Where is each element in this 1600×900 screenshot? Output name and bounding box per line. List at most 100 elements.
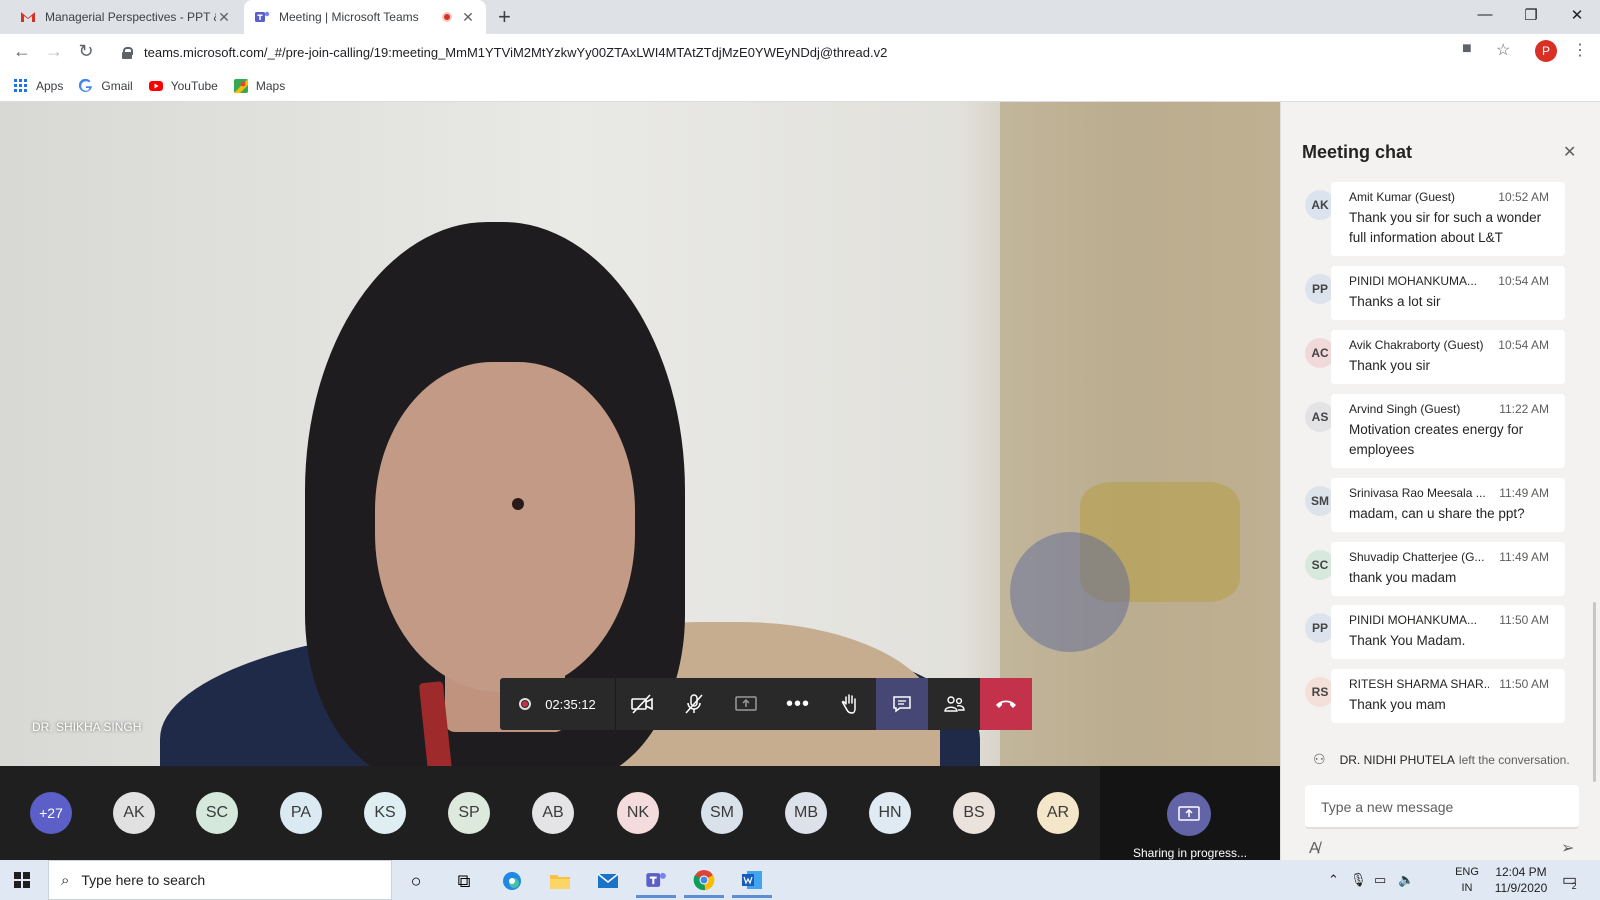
taskbar-search-box[interactable]: ⌕ Type here to search <box>48 860 392 900</box>
system-clock[interactable]: 12:04 PM 11/9/2020 <box>1486 864 1556 896</box>
new-tab-icon[interactable]: + <box>498 6 511 28</box>
message-bubble: PINIDI MOHANKUMA... 10:54 AM Thanks a lot… <box>1331 266 1565 320</box>
message-author: PINIDI MOHANKUMA... <box>1349 613 1478 627</box>
camera-indicator-icon[interactable]: ■ <box>1462 40 1472 58</box>
chat-scrollbar[interactable] <box>1593 602 1596 782</box>
close-window-icon[interactable]: ✕ <box>1554 6 1600 24</box>
task-view-icon[interactable]: ⧉ <box>444 864 484 898</box>
format-icon[interactable]: A̸ <box>1309 840 1320 858</box>
show-participants-button[interactable] <box>928 678 980 730</box>
participant-avatar[interactable]: SC <box>196 792 238 834</box>
search-placeholder: Type here to search <box>81 872 206 888</box>
tab-title: Meeting | Microsoft Teams <box>279 10 419 24</box>
bookmark-label: Apps <box>36 78 64 93</box>
message-author: Avik Chakraborty (Guest) <box>1349 338 1484 352</box>
message-author: Amit Kumar (Guest) <box>1349 190 1456 204</box>
forward-icon[interactable]: → <box>42 41 66 62</box>
send-icon[interactable]: ➢ <box>1561 838 1574 858</box>
bookmarks-bar: Apps Gmail YouTube Maps <box>0 70 1600 102</box>
bookmark-label: Maps <box>255 78 286 93</box>
mic-toggle-button[interactable] <box>668 678 720 730</box>
participant-avatar[interactable]: AK <box>113 792 155 834</box>
participant-avatar[interactable]: NK <box>617 792 659 834</box>
volume-icon[interactable]: 🔈 <box>1398 872 1414 888</box>
bookmark-gmail[interactable]: Gmail <box>79 78 133 93</box>
message-bubble: Avik Chakraborty (Guest) 10:54 AM Thank y… <box>1331 330 1565 384</box>
word-icon[interactable] <box>732 864 772 898</box>
google-icon <box>79 78 93 92</box>
back-icon[interactable]: ← <box>10 41 34 62</box>
mail-icon[interactable] <box>588 864 628 898</box>
hang-up-button[interactable] <box>980 678 1032 730</box>
raise-hand-button[interactable] <box>824 678 876 730</box>
menu-dots-icon[interactable]: ⋮ <box>1572 40 1588 60</box>
profile-avatar[interactable]: P <box>1535 40 1557 62</box>
message-text: Thank you sir <box>1349 358 1431 373</box>
close-chat-icon[interactable]: ✕ <box>1563 142 1576 162</box>
message-bubble: Shuvadip Chatterjee (G... 11:49 AM thank … <box>1331 542 1565 596</box>
message-author: Arvind Singh (Guest) <box>1349 402 1461 416</box>
message-compose-box[interactable]: Type a new message <box>1305 785 1579 829</box>
tab-gmail[interactable]: Managerial Perspectives - PPT & ✕ <box>10 0 242 34</box>
message-text: Thanks a lot sir <box>1349 294 1441 309</box>
action-center-icon[interactable]: ▭ 2 <box>1562 870 1587 891</box>
participant-avatar[interactable]: SP <box>448 792 490 834</box>
search-icon: ⌕ <box>61 871 70 889</box>
participant-avatar[interactable]: BS <box>953 792 995 834</box>
close-tab-icon[interactable]: ✕ <box>460 9 476 26</box>
tray-overflow-icon[interactable]: ⌃ <box>1328 872 1339 888</box>
show-conversation-button[interactable] <box>876 678 928 730</box>
windows-start-icon[interactable] <box>14 872 30 888</box>
input-language[interactable]: ENG IN <box>1452 864 1482 896</box>
close-tab-icon[interactable]: ✕ <box>216 9 232 26</box>
minimize-icon[interactable]: — <box>1462 6 1508 23</box>
participant-avatar[interactable]: MB <box>785 792 827 834</box>
message-author: RITESH SHARMA SHAR... <box>1349 677 1489 691</box>
person-left-icon: ⚇ <box>1313 751 1326 767</box>
message-bubble: Amit Kumar (Guest) 10:52 AM Thank you sir… <box>1331 182 1565 256</box>
participants-overflow-badge[interactable]: +27 <box>30 792 72 834</box>
camera-toggle-button[interactable] <box>616 678 668 730</box>
message-text: Thank you mam <box>1349 697 1446 712</box>
mic-off-icon <box>685 694 703 714</box>
chrome-icon[interactable] <box>684 864 724 898</box>
bookmark-youtube[interactable]: YouTube <box>148 79 218 93</box>
participant-avatar[interactable]: SM <box>701 792 743 834</box>
network-icon[interactable]: ▭ <box>1374 872 1386 888</box>
bookmark-maps[interactable]: Maps <box>233 78 286 93</box>
background-blur <box>1000 102 1280 766</box>
file-explorer-icon[interactable] <box>540 864 580 898</box>
participant-avatar[interactable]: AB <box>532 792 574 834</box>
participant-avatar[interactable]: KS <box>364 792 406 834</box>
browser-tab-strip: Managerial Perspectives - PPT & ✕ Meetin… <box>0 0 1600 34</box>
message-author: Shuvadip Chatterjee (G... <box>1349 550 1485 564</box>
cortana-icon[interactable]: ○ <box>396 864 436 898</box>
call-control-bar: 02:35:12 ••• <box>500 678 1032 730</box>
meeting-chat-panel: Meeting chat ✕ AK Amit Kumar (Guest) 10:5… <box>1280 102 1600 860</box>
message-time: 10:54 AM <box>1498 338 1549 352</box>
message-text: madam, can u share the ppt? <box>1349 506 1525 521</box>
microphone-tray-icon[interactable]: 🎙 <box>1350 872 1367 888</box>
share-screen-button[interactable] <box>720 678 772 730</box>
tab-teams[interactable]: Meeting | Microsoft Teams ✕ <box>244 0 486 34</box>
call-timer: 02:35:12 <box>500 678 616 730</box>
edge-icon[interactable] <box>492 864 532 898</box>
reload-icon[interactable]: ↻ <box>74 41 98 62</box>
bookmark-star-icon[interactable]: ☆ <box>1496 40 1510 60</box>
recording-icon <box>442 12 452 22</box>
message-bubble: Arvind Singh (Guest) 11:22 AM Motivation … <box>1331 394 1565 468</box>
restore-icon[interactable]: ❐ <box>1508 6 1554 24</box>
teams-app-icon[interactable] <box>636 864 676 898</box>
share-screen-icon <box>1167 792 1211 836</box>
participant-avatar[interactable]: PA <box>280 792 322 834</box>
message-text: thank you madam <box>1349 570 1457 585</box>
address-bar[interactable]: teams.microsoft.com/_#/pre-join-calling/… <box>112 38 1484 66</box>
more-dots-icon: ••• <box>785 692 810 715</box>
bookmark-apps[interactable]: Apps <box>14 78 64 93</box>
participant-avatar[interactable]: HN <box>869 792 911 834</box>
screen-share-tile[interactable]: Sharing in progress... <box>1100 766 1280 860</box>
participant-avatar[interactable]: AR <box>1037 792 1079 834</box>
bookmark-label: Gmail <box>101 78 133 93</box>
system-message-name: DR. NIDHI PHUTELA <box>1339 752 1455 767</box>
more-actions-button[interactable]: ••• <box>772 678 824 730</box>
